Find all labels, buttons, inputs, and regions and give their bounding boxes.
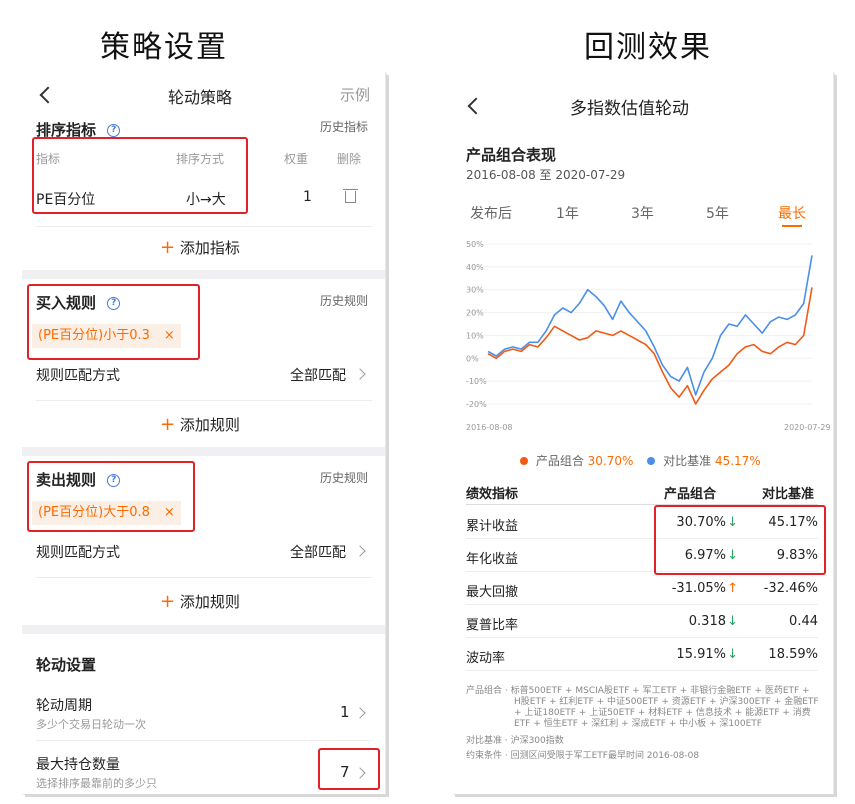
y-tick-label: 50% xyxy=(466,240,484,249)
product-value: -31.05% xyxy=(671,581,726,596)
buy-match-value[interactable]: 全部匹配 xyxy=(290,365,346,385)
legend-dot-product xyxy=(520,457,528,465)
sell-match-label: 规则匹配方式 xyxy=(36,545,120,561)
backtest-panel: 多指数估值轮动 产品组合表现 2016-08-08 至 2020-07-29 发… xyxy=(452,72,834,794)
header-delete: 删除 xyxy=(337,152,362,166)
add-sell-rule-button[interactable]: + 添加规则 xyxy=(160,591,240,612)
legend-product: 产品组合 xyxy=(535,454,584,468)
bench-series-line xyxy=(487,255,813,396)
legend-dot-bench xyxy=(647,457,656,465)
page-title: 多指数估值轮动 xyxy=(570,99,689,119)
product-series-line xyxy=(487,287,813,405)
add-indicator-label: 添加指标 xyxy=(179,239,240,257)
tab-since-publish[interactable]: 发布后 xyxy=(470,203,512,223)
metric-name: 波动率 xyxy=(466,651,506,666)
chevron-right-icon xyxy=(354,707,366,719)
y-tick-label: 20% xyxy=(466,309,484,318)
arrow-down-icon: ↓ xyxy=(727,614,738,629)
chevron-right-icon xyxy=(354,545,366,557)
footer-line: ETF + 恒生ETF + 深红利 + 深成ETF + 中小板 + 深100ET… xyxy=(514,719,762,729)
footer-line: + 上证180ETF + 上证50ETF + 材料ETF + 信息技术 + 能源… xyxy=(514,708,811,718)
max-sub: 选择排序最靠前的多少只 xyxy=(36,777,157,790)
arrow-down-icon: ↓ xyxy=(727,647,738,662)
add-buy-rule-button[interactable]: + 添加规则 xyxy=(160,414,240,435)
page-title: 轮动策略 xyxy=(168,88,233,107)
plus-icon: + xyxy=(160,237,176,258)
y-tick-label: 0% xyxy=(466,354,479,363)
y-tick-label: -10% xyxy=(466,377,487,386)
y-tick-label: 10% xyxy=(466,331,484,340)
footer-line: 产品组合 · 标普500ETF + MSCIA股ETF + 军工ETF + 非银… xyxy=(466,686,810,696)
perf-title: 产品组合表现 xyxy=(466,146,557,164)
footer-line: 约束条件 · 回测区间受限于军工ETF最早时间 2016-08-08 xyxy=(466,751,700,761)
metric-name: 年化收益 xyxy=(466,552,519,567)
tab-max[interactable]: 最长 xyxy=(778,203,806,223)
plus-icon: + xyxy=(160,591,176,612)
period-sub: 多少个交易日轮动一次 xyxy=(36,718,146,731)
table-header-metric: 绩效指标 xyxy=(466,487,519,502)
tab-5y[interactable]: 5年 xyxy=(706,203,729,223)
buy-highlight-box xyxy=(27,284,200,360)
arrow-up-icon: ↑ xyxy=(727,581,738,596)
back-icon[interactable] xyxy=(39,86,57,104)
header-weight: 权重 xyxy=(284,152,309,166)
weight-value[interactable]: 1 xyxy=(303,189,312,205)
metric-name: 最大回撤 xyxy=(466,585,519,600)
table-row: 波动率 15.91% ↓ 18.59% xyxy=(466,638,818,671)
buy-match-label: 规则匹配方式 xyxy=(36,368,120,384)
add-buy-rule-label: 添加规则 xyxy=(179,416,240,434)
tab-underline xyxy=(782,225,802,227)
y-tick-label: 40% xyxy=(466,263,484,272)
legend-product-value: 30.70% xyxy=(587,454,634,468)
left-caption: 策略设置 xyxy=(100,30,228,65)
y-tick-label: -20% xyxy=(466,400,487,409)
strategy-settings-panel: 轮动策略 示例 排序指标 ? 历史指标 指标 排序方式 权重 删除 PE百分位 … xyxy=(22,72,386,794)
x-end-label: 2020-07-29 xyxy=(784,423,831,432)
add-indicator-button[interactable]: + 添加指标 xyxy=(160,237,240,258)
table-row: 夏普比率 0.318 ↓ 0.44 xyxy=(466,605,818,638)
bench-value: 0.44 xyxy=(789,614,818,629)
plus-icon: + xyxy=(160,414,176,435)
sort-highlight-box xyxy=(32,137,248,214)
tab-3y[interactable]: 3年 xyxy=(631,203,654,223)
legend-bench: 对比基准 xyxy=(663,454,712,468)
metric-name: 夏普比率 xyxy=(466,618,519,633)
max-label: 最大持仓数量 xyxy=(36,757,120,773)
max-highlight-box xyxy=(318,748,380,790)
add-sell-rule-label: 添加规则 xyxy=(179,593,240,611)
metric-name: 累计收益 xyxy=(466,519,519,534)
back-icon[interactable] xyxy=(467,97,485,115)
period-value[interactable]: 1 xyxy=(340,703,350,721)
bench-value: -32.46% xyxy=(763,581,818,596)
y-tick-label: 30% xyxy=(466,286,484,295)
legend-bench-value: 45.17% xyxy=(714,454,761,468)
returns-highlight-box xyxy=(654,505,826,575)
sell-highlight-box xyxy=(27,461,195,532)
table-row: 最大回撤 -31.05% ↑ -32.46% xyxy=(466,572,818,605)
product-value: 15.91% xyxy=(676,647,726,662)
example-link[interactable]: 示例 xyxy=(340,84,370,105)
legend: 产品组合 30.70% 对比基准 45.17% xyxy=(520,452,761,469)
x-start-label: 2016-08-08 xyxy=(466,423,513,432)
rotation-title: 轮动设置 xyxy=(36,656,97,674)
bench-value: 18.59% xyxy=(768,647,818,662)
period-label: 轮动周期 xyxy=(36,698,92,714)
history-rule-link[interactable]: 历史规则 xyxy=(320,292,368,309)
history-rule-link[interactable]: 历史规则 xyxy=(320,469,368,486)
help-icon[interactable]: ? xyxy=(107,124,121,137)
footer-line: 对比基准 · 沪深300指数 xyxy=(466,736,564,746)
right-caption: 回测效果 xyxy=(584,30,712,65)
history-indicator-link[interactable]: 历史指标 xyxy=(320,118,368,135)
product-value: 0.318 xyxy=(688,614,726,629)
sell-match-value[interactable]: 全部匹配 xyxy=(290,542,346,562)
chevron-right-icon xyxy=(354,368,366,380)
performance-chart: 50% 40% 30% 20% 10% 0% -10% -20% 2016-08-08 2020-… xyxy=(466,240,831,432)
date-range: 2016-08-08 至 2020-07-29 xyxy=(466,168,626,182)
table-header-bench: 对比基准 xyxy=(762,487,815,502)
tab-1y[interactable]: 1年 xyxy=(556,203,579,223)
trash-icon[interactable] xyxy=(343,189,358,203)
footer-line: H股ETF + 红利ETF + 中证500ETF + 资源ETF + 沪深300… xyxy=(514,697,819,707)
table-header-product: 产品组合 xyxy=(664,487,717,502)
